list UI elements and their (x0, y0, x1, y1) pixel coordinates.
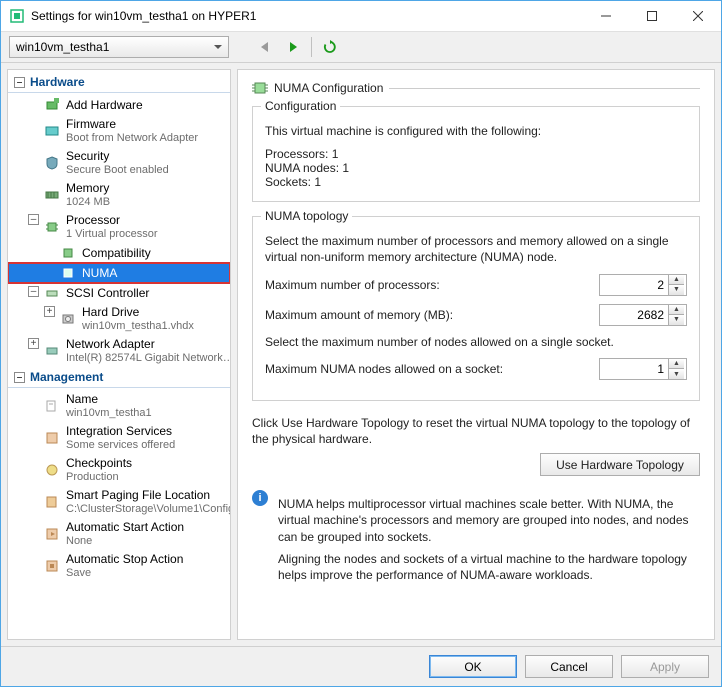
memory-icon (44, 187, 60, 203)
processor-icon (60, 245, 76, 261)
expand-icon[interactable]: – (28, 286, 39, 297)
max-nodes-label: Maximum NUMA nodes allowed on a socket: (265, 362, 503, 376)
firmware-icon (44, 123, 60, 139)
processor-icon (252, 80, 268, 96)
max-nodes-spinner[interactable]: ▲▼ (599, 358, 687, 380)
sockets-row: Sockets: 1 (265, 175, 687, 189)
maximize-button[interactable] (629, 1, 675, 31)
topology-group: NUMA topology Select the maximum number … (252, 216, 700, 401)
max-mem-input[interactable] (600, 305, 668, 325)
autostop-icon (44, 558, 60, 574)
vm-selector-value: win10vm_testha1 (16, 40, 109, 54)
info-text-2: Aligning the nodes and sockets of a virt… (278, 551, 700, 583)
nodes-row: NUMA nodes: 1 (265, 161, 687, 175)
tree-scsi[interactable]: – SCSI Controller (8, 283, 230, 303)
scsi-icon (44, 285, 60, 301)
refresh-button[interactable] (320, 37, 340, 57)
expand-icon[interactable]: + (28, 338, 39, 349)
toolbar: win10vm_testha1 (1, 31, 721, 63)
chevron-down-icon[interactable]: ▼ (669, 368, 684, 379)
max-nodes-row: Maximum NUMA nodes allowed on a socket: … (265, 358, 687, 380)
chevron-down-icon[interactable]: ▼ (669, 314, 684, 325)
hardware-heading: – Hardware (8, 72, 230, 93)
settings-window: Settings for win10vm_testha1 on HYPER1 w… (0, 0, 722, 687)
tree-autostart[interactable]: Automatic Start ActionNone (8, 518, 230, 550)
tree-processor[interactable]: – Processor1 Virtual processor (8, 211, 230, 243)
dialog-buttons: OK Cancel Apply (1, 646, 721, 686)
processor-icon (60, 265, 76, 281)
topology-legend: NUMA topology (261, 209, 352, 223)
vm-selector[interactable]: win10vm_testha1 (9, 36, 229, 58)
tree-numa[interactable]: NUMA (8, 263, 230, 283)
chevron-up-icon[interactable]: ▲ (669, 275, 684, 285)
tree-firmware[interactable]: FirmwareBoot from Network Adapter (8, 115, 230, 147)
security-icon (44, 155, 60, 171)
minimize-button[interactable] (583, 1, 629, 31)
tree-integration[interactable]: Integration ServicesSome services offere… (8, 422, 230, 454)
max-nodes-input[interactable] (600, 359, 668, 379)
processor-icon (44, 219, 60, 235)
network-icon (44, 343, 60, 359)
tree-autostop[interactable]: Automatic Stop ActionSave (8, 550, 230, 582)
processors-row: Processors: 1 (265, 147, 687, 161)
chevron-up-icon[interactable]: ▲ (669, 305, 684, 315)
name-icon (44, 398, 60, 414)
tree-checkpoints[interactable]: CheckpointsProduction (8, 454, 230, 486)
tree-hard-drive[interactable]: + Hard Drivewin10vm_testha1.vhdx (8, 303, 230, 335)
use-hardware-topology-button[interactable]: Use Hardware Topology (540, 453, 700, 476)
chevron-up-icon[interactable]: ▲ (669, 359, 684, 369)
page-heading: NUMA Configuration (252, 80, 700, 96)
nav-tree[interactable]: – Hardware Add Hardware FirmwareBoot fro… (7, 69, 231, 640)
integration-icon (44, 430, 60, 446)
tree-memory[interactable]: Memory1024 MB (8, 179, 230, 211)
max-proc-row: Maximum number of processors: ▲▼ (265, 274, 687, 296)
max-mem-label: Maximum amount of memory (MB): (265, 308, 453, 322)
info-text-1: NUMA helps multiprocessor virtual machin… (278, 496, 700, 545)
tree-security[interactable]: SecuritySecure Boot enabled (8, 147, 230, 179)
page-title: NUMA Configuration (274, 81, 383, 95)
app-icon (9, 8, 25, 24)
expand-icon[interactable]: – (28, 214, 39, 225)
autostart-icon (44, 526, 60, 542)
max-proc-label: Maximum number of processors: (265, 278, 440, 292)
tree-compatibility[interactable]: Compatibility (8, 243, 230, 263)
collapse-icon[interactable]: – (14, 372, 25, 383)
management-heading: – Management (8, 367, 230, 388)
tree-network[interactable]: + Network AdapterIntel(R) 82574L Gigabit… (8, 335, 230, 367)
config-intro: This virtual machine is configured with … (265, 123, 687, 139)
tree-name[interactable]: Namewin10vm_testha1 (8, 390, 230, 422)
max-proc-input[interactable] (600, 275, 668, 295)
titlebar: Settings for win10vm_testha1 on HYPER1 (1, 1, 721, 31)
socket-intro: Select the maximum number of nodes allow… (265, 334, 687, 350)
max-proc-spinner[interactable]: ▲▼ (599, 274, 687, 296)
info-icon: i (252, 490, 268, 506)
cancel-button[interactable]: Cancel (525, 655, 613, 678)
tree-add-hardware[interactable]: Add Hardware (8, 95, 230, 115)
paging-icon (44, 494, 60, 510)
topology-intro: Select the maximum number of processors … (265, 233, 687, 265)
nav-back-button[interactable] (255, 37, 275, 57)
apply-button[interactable]: Apply (621, 655, 709, 678)
add-hardware-icon (44, 97, 60, 113)
hdd-icon (60, 311, 76, 327)
nav-forward-button[interactable] (283, 37, 303, 57)
ok-button[interactable]: OK (429, 655, 517, 678)
checkpoints-icon (44, 462, 60, 478)
reset-text: Click Use Hardware Topology to reset the… (252, 415, 700, 447)
close-button[interactable] (675, 1, 721, 31)
tree-paging[interactable]: Smart Paging File LocationC:\ClusterStor… (8, 486, 230, 518)
window-title: Settings for win10vm_testha1 on HYPER1 (31, 9, 583, 23)
config-group: Configuration This virtual machine is co… (252, 106, 700, 202)
config-legend: Configuration (261, 99, 340, 113)
max-mem-row: Maximum amount of memory (MB): ▲▼ (265, 304, 687, 326)
chevron-down-icon[interactable]: ▼ (669, 284, 684, 295)
expand-icon[interactable]: + (44, 306, 55, 317)
heading-rule (389, 88, 700, 89)
max-mem-spinner[interactable]: ▲▼ (599, 304, 687, 326)
info-block: i NUMA helps multiprocessor virtual mach… (252, 490, 700, 589)
content-pane: NUMA Configuration Configuration This vi… (237, 69, 715, 640)
collapse-icon[interactable]: – (14, 77, 25, 88)
body: – Hardware Add Hardware FirmwareBoot fro… (1, 63, 721, 646)
